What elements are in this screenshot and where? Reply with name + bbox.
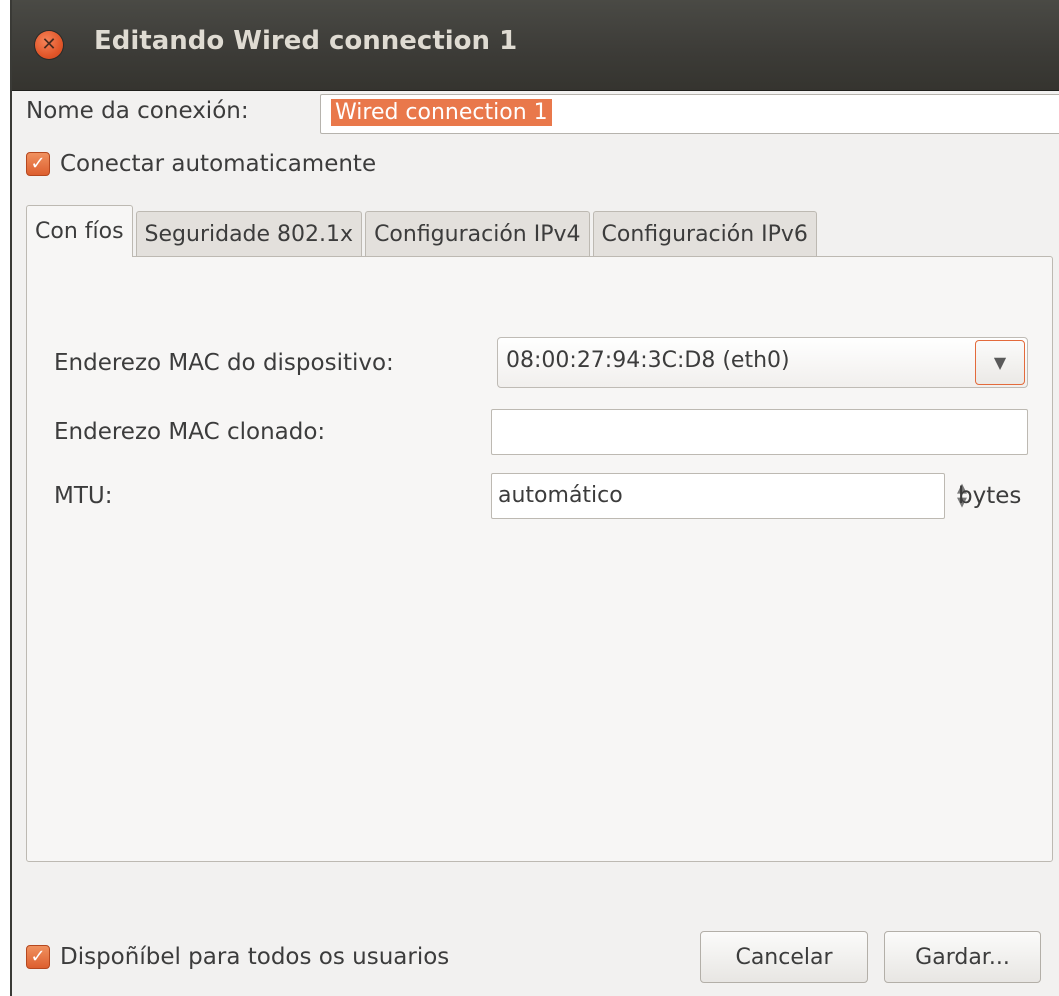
close-icon[interactable]: ✕ xyxy=(35,31,63,59)
device-mac-label: Enderezo MAC do dispositivo: xyxy=(54,350,394,376)
cancel-button[interactable]: Cancelar xyxy=(700,931,868,983)
all-users-label: Dispoñíbel para todos os usuarios xyxy=(60,944,450,970)
auto-connect-checkbox[interactable]: ✓ xyxy=(26,152,50,176)
device-mac-combo[interactable]: 08:00:27:94:3C:D8 (eth0) ▼ xyxy=(497,337,1028,388)
wired-tab-panel: Enderezo MAC do dispositivo: 08:00:27:94… xyxy=(26,256,1053,862)
tab-ipv6-settings[interactable]: Configuración IPv6 xyxy=(592,211,817,257)
mtu-label: MTU: xyxy=(54,483,113,509)
connection-name-value: Wired connection 1 xyxy=(331,99,552,126)
tab-security-8021x[interactable]: Seguridade 802.1x xyxy=(135,211,363,257)
title-bar: ✕ Editando Wired connection 1 xyxy=(12,0,1059,91)
device-mac-value: 08:00:27:94:3C:D8 (eth0) xyxy=(506,348,790,373)
tab-ipv4-settings[interactable]: Configuración IPv4 xyxy=(365,211,590,257)
tab-wired[interactable]: Con fíos xyxy=(26,205,133,257)
mtu-value: automático xyxy=(498,483,623,508)
mtu-spinbutton[interactable]: automático ▲ ▼ xyxy=(491,473,967,519)
edit-connection-dialog: ✕ Editando Wired connection 1 Nome da co… xyxy=(10,0,1059,996)
cloned-mac-label: Enderezo MAC clonado: xyxy=(54,419,326,445)
connection-name-row: Nome da conexión: Wired connection 1 xyxy=(26,90,1059,140)
window-title: Editando Wired connection 1 xyxy=(94,26,518,56)
all-users-checkbox[interactable]: ✓ xyxy=(26,945,50,969)
tab-bar: Con fíos Seguridade 802.1x Configuración… xyxy=(26,205,820,257)
auto-connect-row[interactable]: ✓ Conectar automaticamente xyxy=(26,151,376,177)
all-users-row[interactable]: ✓ Dispoñíbel para todos os usuarios xyxy=(26,944,449,970)
cloned-mac-input[interactable] xyxy=(491,409,1028,455)
connection-name-label: Nome da conexión: xyxy=(26,98,249,124)
mtu-unit-label: bytes xyxy=(958,483,1022,509)
chevron-down-icon[interactable]: ▼ xyxy=(975,340,1025,385)
auto-connect-label: Conectar automaticamente xyxy=(60,151,377,177)
save-button[interactable]: Gardar... xyxy=(884,931,1041,983)
connection-name-input[interactable]: Wired connection 1 xyxy=(320,94,1059,134)
